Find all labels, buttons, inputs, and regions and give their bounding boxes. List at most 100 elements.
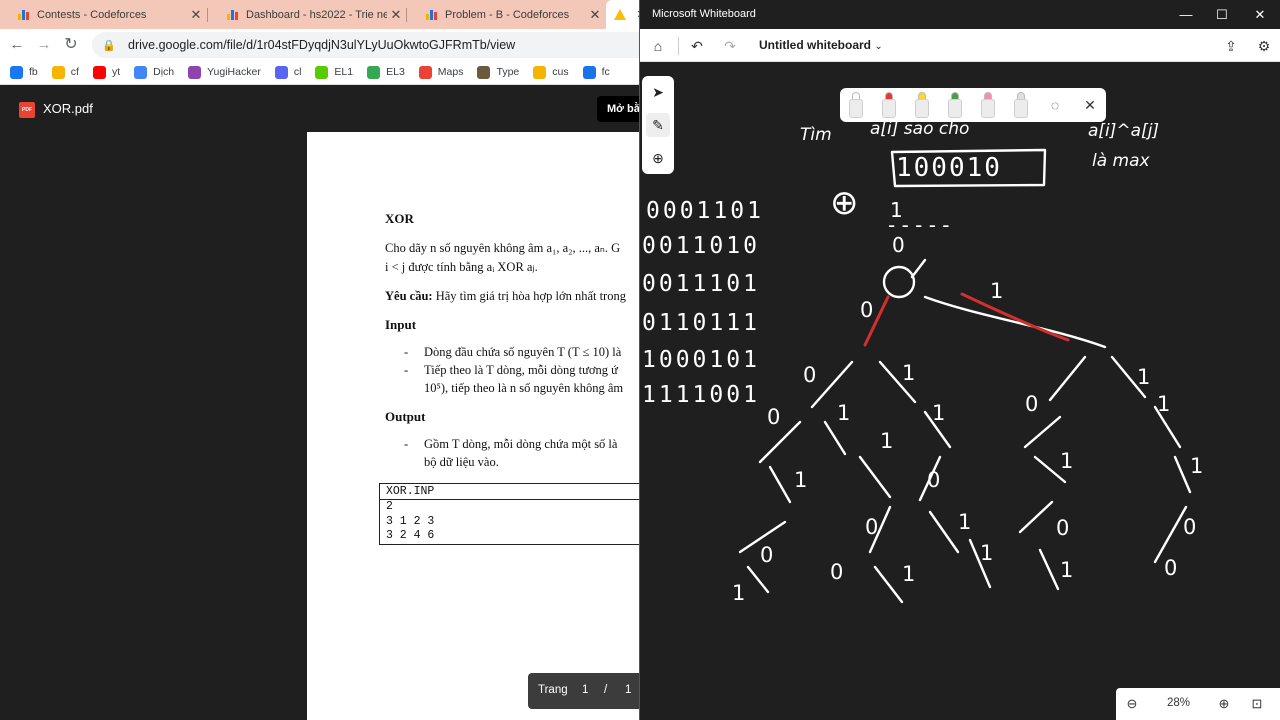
bookmark-label: cf xyxy=(70,66,79,78)
whiteboard-name[interactable]: Untitled whiteboard ⌄ xyxy=(759,38,883,52)
redo-icon[interactable]: ↷ xyxy=(718,34,742,58)
ink-binary-row: 0011010 xyxy=(642,233,760,259)
pen-swatch[interactable] xyxy=(914,92,930,118)
home-icon[interactable]: ⌂ xyxy=(646,34,670,58)
bookmark-label: Maps xyxy=(437,66,464,78)
input-item-text: Tiếp theo là T dòng, mỗi dòng tương ứ xyxy=(424,363,618,377)
close-icon[interactable]: ✕ xyxy=(1249,4,1271,26)
ink-edge xyxy=(910,258,927,279)
ink-edge xyxy=(928,510,960,554)
ink-edge xyxy=(746,565,770,594)
ink-note: là max xyxy=(1092,151,1151,171)
reload-icon[interactable]: ↻ xyxy=(60,34,82,56)
pen-swatch[interactable] xyxy=(1013,92,1029,118)
whiteboard-name-text: Untitled whiteboard xyxy=(759,38,871,52)
ink-edge xyxy=(873,565,904,604)
bookmark-icon xyxy=(188,65,202,79)
tab-drive-active[interactable]: ✕ xyxy=(606,0,640,29)
zoom-out-icon[interactable]: ⊖ xyxy=(1121,694,1143,714)
bookmark-item[interactable]: Type xyxy=(477,65,519,79)
bookmark-label: Dịch xyxy=(153,66,175,78)
ink-binary-row: 0001101 xyxy=(646,198,764,224)
maximize-icon[interactable]: ☐ xyxy=(1211,4,1233,26)
back-arrow-icon[interactable]: ← xyxy=(6,34,28,56)
close-icon[interactable]: ✕ xyxy=(387,7,405,23)
window-title: Microsoft Whiteboard xyxy=(652,8,756,20)
address-bar[interactable]: 🔒 drive.google.com/file/d/1r04stFDyqdjN3… xyxy=(92,32,640,58)
bookmark-item[interactable]: EL1 xyxy=(315,65,353,79)
bookmark-item[interactable]: fb xyxy=(10,65,38,79)
close-icon[interactable]: ✕ xyxy=(586,7,604,23)
ink-label: 0 xyxy=(1183,515,1196,539)
bookmark-item[interactable]: YugiHacker xyxy=(188,65,261,79)
ink-edge xyxy=(1018,500,1054,534)
bookmark-item[interactable]: Dịch xyxy=(134,65,175,79)
ink-label: 1 xyxy=(1060,558,1073,582)
bookmark-item[interactable]: cus xyxy=(533,65,569,79)
page-total: 1 xyxy=(625,684,632,696)
ink-xor-symbol: ⊕ xyxy=(830,183,859,223)
whiteboard-window: Microsoft Whiteboard — ☐ ✕ ⌂ ↶ ↷ Untitle… xyxy=(639,0,1280,720)
tab-contests[interactable]: Contests - Codeforces ✕ xyxy=(0,0,205,29)
ink-label: 0 xyxy=(927,468,940,492)
google-drive-icon xyxy=(614,9,626,20)
bookmark-item[interactable]: Maps xyxy=(418,65,464,79)
pen-swatch[interactable] xyxy=(980,92,996,118)
bookmark-item[interactable]: yt xyxy=(92,65,120,79)
page-current[interactable]: 1 xyxy=(582,684,588,696)
share-icon[interactable]: ⇪ xyxy=(1219,34,1243,58)
close-icon[interactable]: ✕ xyxy=(187,7,205,23)
whiteboard-canvas[interactable]: 0001101 0011010 0011101 0110111 1000101 … xyxy=(640,62,1280,720)
minimize-icon[interactable]: — xyxy=(1175,4,1197,26)
pen-body xyxy=(948,99,962,118)
undo-icon[interactable]: ↶ xyxy=(685,34,709,58)
statement-line: i < j được tính bằng aᵢ XOR aⱼ. xyxy=(385,260,538,274)
bullet-dash: - xyxy=(404,363,409,377)
tab-title: Dashboard - hs2022 - Trie new - xyxy=(246,8,387,21)
pen-swatch[interactable] xyxy=(947,92,963,118)
select-pointer-icon[interactable]: ➤ xyxy=(646,80,670,104)
ink-binary-row: 0011101 xyxy=(642,271,760,297)
requirement-label: Yêu cầu: xyxy=(385,289,433,303)
ink-label: 1 xyxy=(1190,454,1203,478)
ink-label: 1 xyxy=(1137,365,1150,389)
pdf-page: XOR Cho dãy n số nguyên không âm a₁, a₂,… xyxy=(307,132,640,720)
gear-icon[interactable]: ⚙ xyxy=(1252,34,1276,58)
bookmark-label: EL3 xyxy=(386,66,405,78)
bookmark-item[interactable]: cl xyxy=(274,65,301,79)
open-with-button[interactable]: Mở bằ xyxy=(597,96,640,122)
requirement-text: Hãy tìm giá trị hòa hợp lớn nhất trong xyxy=(432,289,626,303)
pdf-viewer[interactable]: XOR Cho dãy n số nguyên không âm a₁, a₂,… xyxy=(0,132,640,720)
lasso-icon[interactable]: ◌ xyxy=(1045,95,1065,115)
ink-label: 0 xyxy=(1025,392,1038,416)
ink-edge xyxy=(1173,455,1192,494)
pen-swatch[interactable] xyxy=(848,92,864,118)
zoom-in-icon[interactable]: ⊕ xyxy=(1213,694,1235,714)
close-icon[interactable]: ✕ xyxy=(1080,95,1100,115)
forward-arrow-icon[interactable]: → xyxy=(33,34,55,56)
ink-label: 1 xyxy=(932,401,945,425)
tab-dashboard[interactable]: Dashboard - hs2022 - Trie new - ✕ xyxy=(209,0,405,29)
bookmark-icon xyxy=(134,65,148,79)
add-icon[interactable]: ⊕ xyxy=(646,146,670,170)
input-item-text: Dòng đầu chứa số nguyên T (T ≤ 10) là xyxy=(424,345,622,359)
pen-swatch[interactable] xyxy=(881,92,897,118)
ink-label: 1 xyxy=(1157,392,1170,416)
pen-tool-icon[interactable]: ✎ xyxy=(646,113,670,137)
bookmark-item[interactable]: cf xyxy=(51,65,79,79)
ink-label: 1 xyxy=(980,541,993,565)
output-item-text: bộ dữ liệu vào. xyxy=(424,455,499,469)
fit-to-screen-icon[interactable]: ⊡ xyxy=(1246,694,1268,714)
ink-label: 0 xyxy=(860,298,873,322)
ink-edge xyxy=(1038,548,1060,591)
ink-edge xyxy=(858,455,892,499)
bookmark-item[interactable]: EL3 xyxy=(367,65,405,79)
bookmark-item[interactable]: fc xyxy=(582,65,610,79)
bookmark-label: fb xyxy=(29,66,38,78)
whiteboard-toolbar: ⌂ ↶ ↷ Untitled whiteboard ⌄ ⇪ ⚙ xyxy=(640,29,1280,62)
ink-edge xyxy=(768,465,792,504)
tab-problem[interactable]: Problem - B - Codeforces ✕ xyxy=(408,0,604,29)
ink-label: 1 xyxy=(902,562,915,586)
pdf-file-icon: PDF xyxy=(19,102,35,118)
bookmark-icon xyxy=(582,65,596,79)
